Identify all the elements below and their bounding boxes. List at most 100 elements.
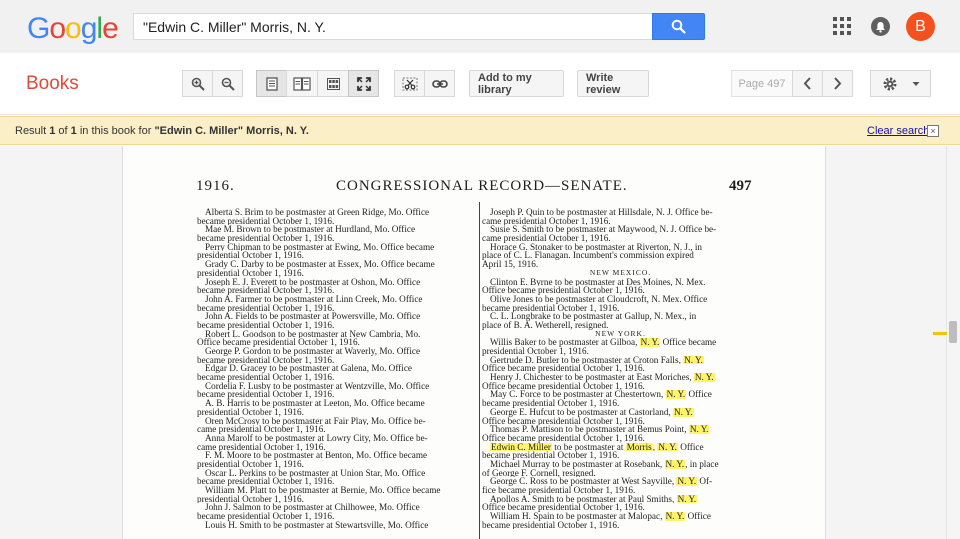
logo-letter: G (27, 12, 50, 45)
search-hit-marker[interactable] (933, 332, 947, 335)
page-text-line: John J. Salmon to be postmaster at Chilh… (205, 503, 420, 513)
page-text-line: Office became presidential October 1, 19… (197, 338, 360, 347)
logo-letter: e (102, 12, 119, 45)
page-header-title: CONGRESSIONAL RECORD—SENATE. (336, 178, 628, 194)
result-query: "Edwin C. Miller" Morris, N. Y. (154, 125, 309, 137)
zoom-out-button[interactable] (212, 70, 243, 97)
page-text-line: presidential October 1, 1916. (197, 251, 304, 261)
page-text-line: Office became presidential October 1, 19… (482, 364, 645, 374)
page-text-line: place of C. L. Flanagan. Incumbent's com… (482, 251, 694, 261)
page-text-line: May C. Force to be postmaster at Chester… (490, 390, 712, 400)
notifications-bell-icon[interactable] (871, 17, 890, 36)
link-button[interactable] (424, 70, 455, 97)
page-text-line: came presidential October 1, 1916. (482, 216, 611, 226)
logo-letter: o (49, 12, 66, 45)
page-text-line: Henry J. Chichester to be postmaster at … (490, 373, 715, 382)
page-text-line: Olive Jones to be postmaster at Cloudcro… (490, 294, 708, 304)
page-text-line: Perry Chipman to be postmaster at Ewing,… (205, 242, 435, 252)
google-logo[interactable]: Google (27, 12, 119, 46)
page-text-line: became presidential October 1, 1916. (482, 303, 620, 313)
search-highlight: N. Y. (688, 425, 710, 434)
search-input[interactable] (133, 13, 653, 40)
fullscreen-icon (356, 76, 371, 91)
single-page-view-button[interactable] (256, 70, 287, 97)
zoom-in-button[interactable] (182, 70, 213, 97)
right-text-column: Joseph P. Quin to be postmaster at Hills… (482, 208, 759, 529)
page-text-line: George P. Gordon to be postmaster at Wav… (205, 347, 421, 356)
page-text-line: A. B. Harris to be postmaster at Leeton,… (205, 399, 425, 408)
page-text-line: Louis H. Smith to be postmaster at Stewa… (205, 520, 429, 530)
add-to-library-button[interactable]: Add to my library (469, 70, 564, 97)
page-text-line: George E. Hufcut to be postmaster at Cas… (490, 407, 694, 417)
search-result-bar: Result 1 of 1 in this book for "Edwin C.… (0, 116, 960, 145)
logo-letter: g (80, 12, 98, 45)
page-text-line: NEW MEXICO. (589, 268, 652, 277)
chevron-right-icon (834, 77, 842, 90)
page-text-line: Horace G. Stonaker to be postmaster at R… (490, 242, 703, 252)
page-text-line: became presidential October 1, 1916. (197, 320, 335, 330)
search-highlight: Edwin C. Miller (490, 442, 552, 452)
scrollbar-thumb[interactable] (949, 321, 957, 343)
search-highlight: N. Y. (664, 512, 686, 521)
page-text-line: Apollos A. Smith to be postmaster at Pau… (490, 494, 698, 504)
page-text-line: became presidential October 1, 1916. (197, 303, 335, 313)
page-text-line: became presidential October 1, 1916. (197, 234, 335, 243)
two-page-icon (293, 76, 311, 91)
next-page-button[interactable] (822, 70, 853, 97)
top-search-bar: Google B (0, 0, 960, 53)
thumbnail-view-button[interactable] (317, 70, 349, 97)
page-text-line: came presidential October 1, 1916. (197, 425, 326, 434)
page-text-line: presidential October 1, 1916. (197, 459, 304, 469)
page-header-year: 1916. (196, 178, 235, 194)
account-avatar[interactable]: B (906, 12, 935, 41)
scissors-clip-icon (402, 77, 417, 90)
page-text-line: Clinton E. Byrne to be postmaster at Des… (490, 277, 706, 287)
page-text-line: place of B. A. Wetherell, resigned. (482, 320, 609, 330)
books-title[interactable]: Books (26, 73, 79, 95)
page-text-line: became presidential October 1, 1916. (197, 286, 335, 295)
page-text-line: became presidential October 1, 1916. (197, 477, 335, 486)
apps-grid-icon[interactable] (833, 17, 851, 35)
page-text-line: NEW YORK. (595, 329, 646, 338)
page-text-line: became presidential October 1, 1916. (482, 520, 620, 530)
search-highlight: N. Y. (683, 355, 704, 365)
settings-menu-button[interactable] (870, 70, 931, 97)
page-text-line: Michael Murray to be postmaster at Roseb… (490, 459, 719, 469)
page-text-line: became presidential October 1, 1916. (482, 399, 620, 408)
page-number-indicator[interactable]: Page 497 (731, 70, 793, 97)
page-text-line: fice became presidential October 1, 1916… (482, 486, 636, 495)
page-text-line: became presidential October 1, 1916. (197, 512, 335, 521)
page-text-line: presidential October 1, 1916. (482, 347, 589, 356)
page-text-line: William H. Spain to be postmaster at Mal… (490, 512, 711, 521)
clear-search-link[interactable]: Clear search (867, 125, 929, 137)
page-text-line: became presidential October 1, 1916. (197, 373, 335, 382)
search-highlight: N. Y. (676, 477, 698, 486)
page-header-number: 497 (729, 178, 752, 194)
clip-button[interactable] (394, 70, 425, 97)
page-text-line: Grady C. Darby to be postmaster at Essex… (205, 260, 435, 269)
write-review-button[interactable]: Write review (577, 70, 649, 97)
close-result-bar-button[interactable]: × (927, 125, 939, 137)
previous-page-button[interactable] (792, 70, 823, 97)
logo-letter: o (65, 12, 82, 45)
search-highlight: N. Y. (673, 407, 694, 417)
page-text-line: Willis Baker to be postmaster at Gilboa,… (490, 338, 717, 347)
search-highlight: N. Y. (639, 338, 661, 347)
book-page: 1916. CONGRESSIONAL RECORD—SENATE. 497 A… (122, 146, 826, 539)
thumbnail-grid-icon (326, 77, 340, 90)
page-text-line: Office became presidential October 1, 19… (482, 433, 645, 443)
search-highlight: N. Y. (676, 494, 698, 504)
page-text-line: John A. Fields to be postmaster at Power… (205, 312, 421, 321)
page-text-line: presidential October 1, 1916. (197, 407, 304, 417)
page-text-line: Edgar D. Gracey to be postmaster at Gale… (205, 364, 412, 374)
fullscreen-button[interactable] (348, 70, 379, 97)
two-page-view-button[interactable] (286, 70, 318, 97)
page-text-line: John A. Farmer to be postmaster at Linn … (205, 294, 423, 304)
search-highlight: N. Y. (657, 442, 678, 452)
books-toolbar: Books Add to my library Write review Pag… (0, 53, 960, 115)
page-text-line: Joseph P. Quin to be postmaster at Hills… (490, 208, 713, 217)
page-text-line: Edwin C. Miller to be postmaster at Morr… (490, 442, 704, 452)
book-viewer[interactable]: 1916. CONGRESSIONAL RECORD—SENATE. 497 A… (0, 146, 960, 539)
search-button[interactable] (652, 13, 705, 40)
page-text-line: April 15, 1916. (482, 260, 539, 269)
